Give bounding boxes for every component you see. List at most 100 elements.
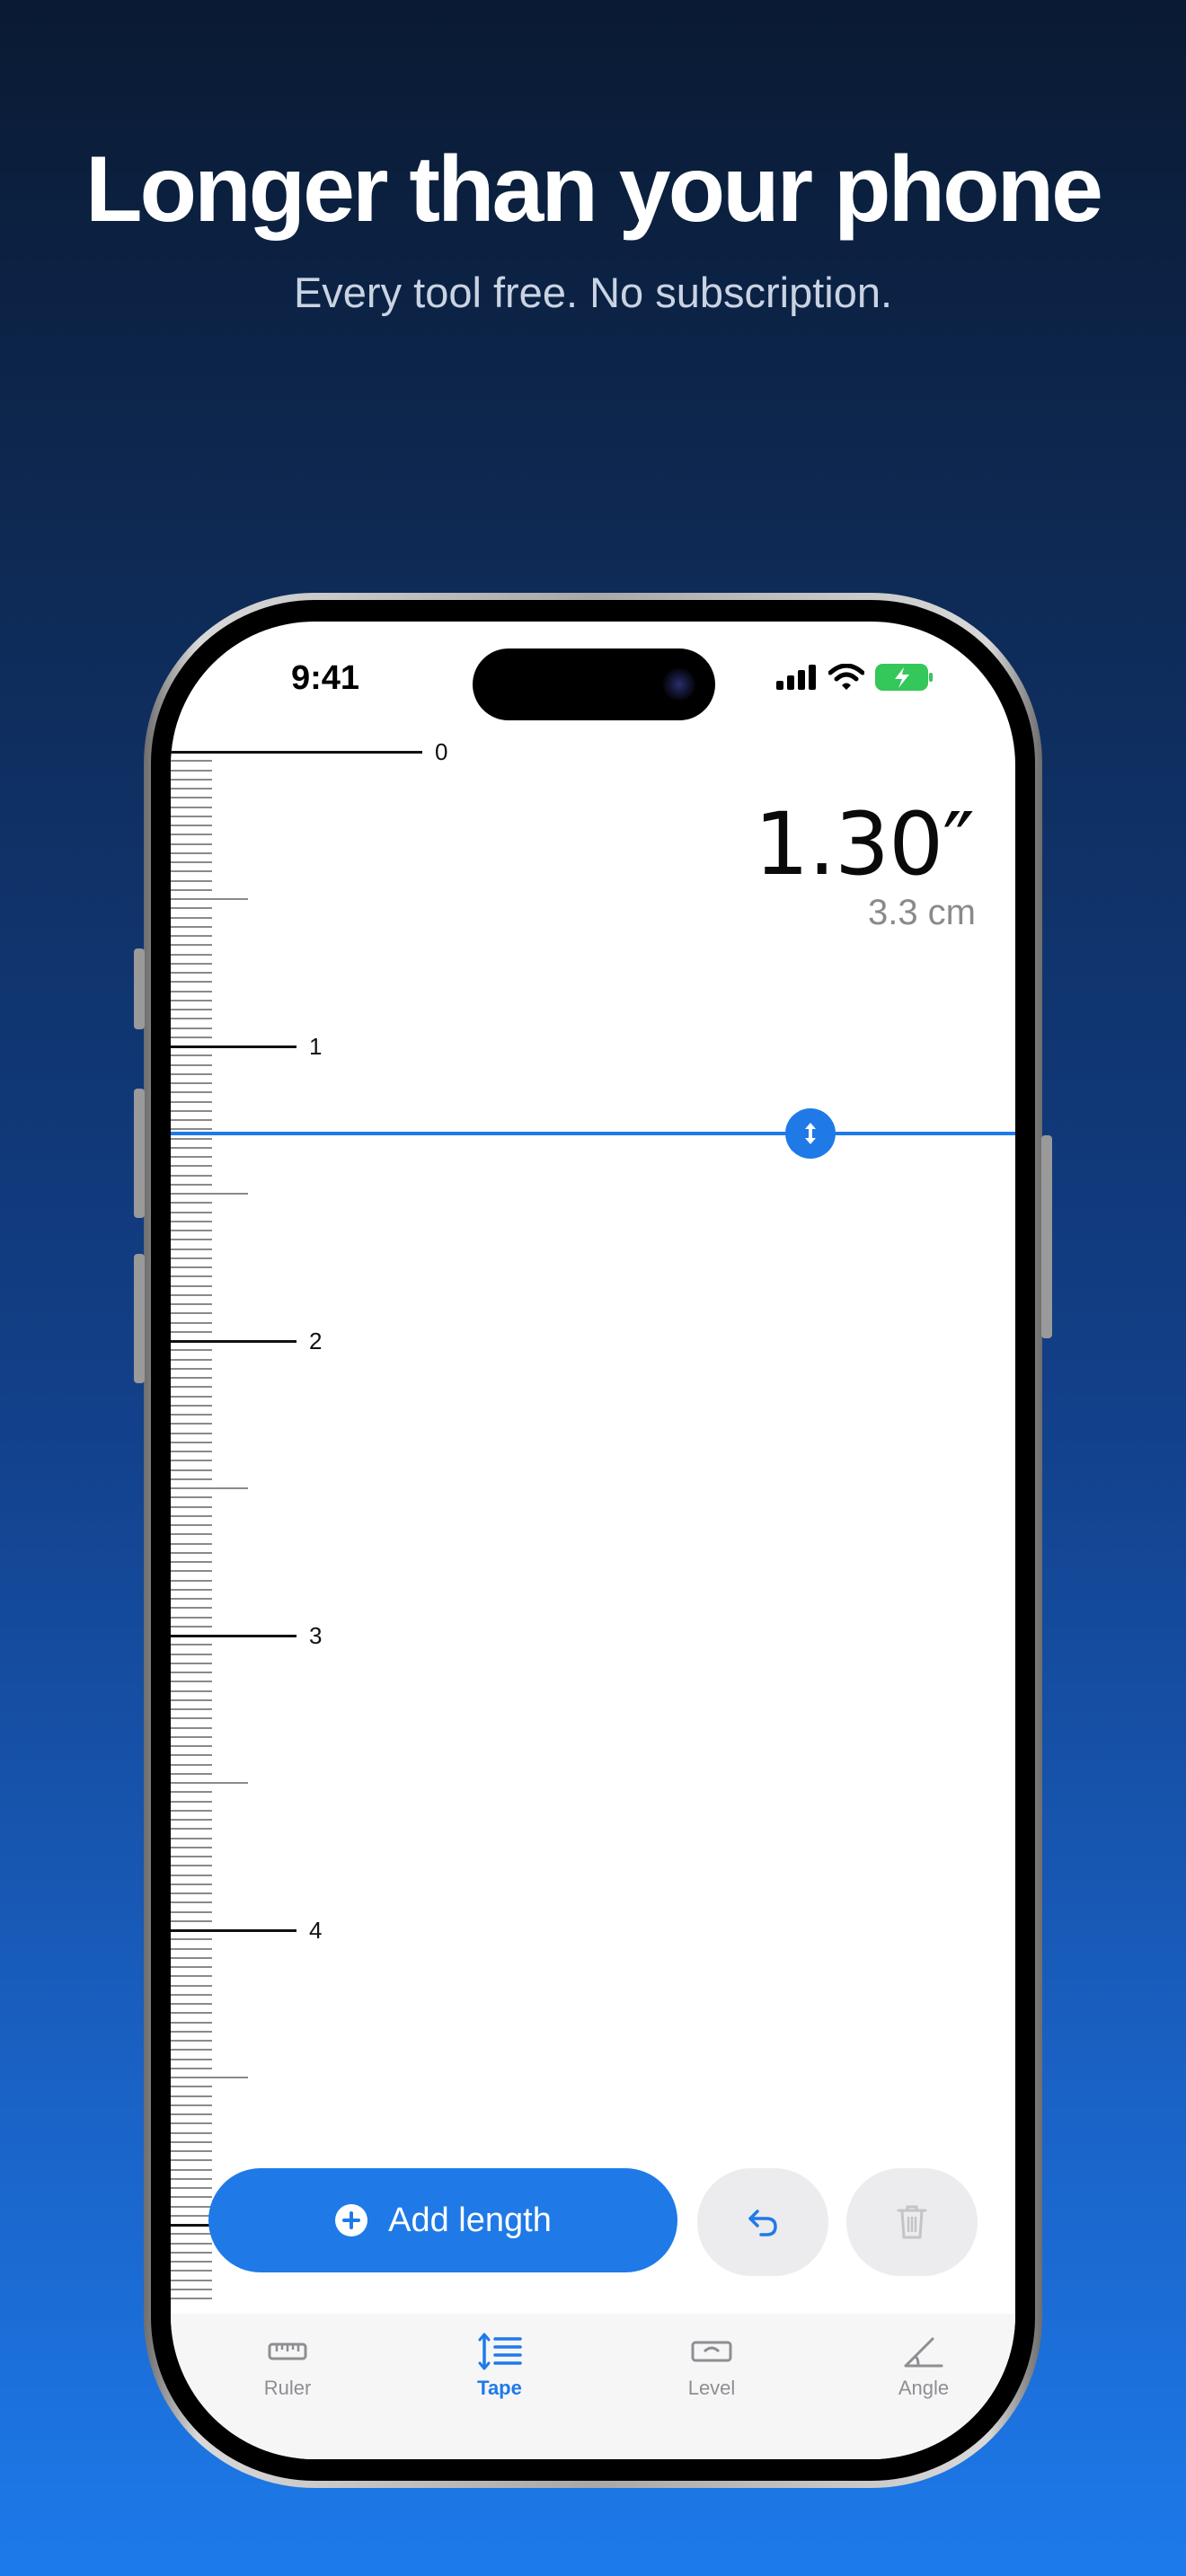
undo-button[interactable] [697, 2168, 828, 2276]
ruler-minor-tick [171, 1478, 212, 1480]
phone-screen: 9:41 01234 1.30″ 3.3 cm Add length Ruler… [171, 622, 1015, 2459]
ruler-minor-tick [171, 907, 212, 910]
tape-ruler[interactable]: 0 1 2 3 4 [171, 738, 1015, 2301]
ruler-minor-tick [171, 1616, 212, 1619]
ruler-minor-tick [171, 1689, 212, 1692]
ruler-minor-tick [171, 2122, 212, 2125]
measurement-readout: 1.30″ [754, 794, 975, 895]
ruler-minor-tick [171, 1230, 212, 1231]
ruler-minor-tick [171, 1919, 212, 1922]
wifi-icon [828, 664, 864, 690]
ruler-minor-tick [171, 2196, 212, 2199]
ruler-half-tick [171, 1193, 248, 1195]
ruler-half-tick [171, 1782, 248, 1784]
ruler-minor-tick [171, 1910, 212, 1913]
ruler-minor-tick [171, 1644, 212, 1646]
ruler-minor-tick [171, 1128, 212, 1131]
status-icons [776, 663, 934, 692]
add-length-button[interactable]: Add length [208, 2168, 677, 2272]
ruler-minor-tick [171, 1662, 212, 1664]
ruler-minor-tick [171, 1883, 212, 1885]
measurement-drag-handle[interactable] [785, 1108, 836, 1160]
ruler-minor-tick [171, 1856, 212, 1857]
ruler-minor-tick [171, 1284, 212, 1287]
trash-icon [897, 2205, 927, 2239]
ruler-minor-tick [171, 1514, 212, 1517]
ruler-inch-tick [171, 1635, 296, 1637]
volume-up-button [134, 1089, 145, 1218]
ruler-minor-tick [171, 806, 212, 808]
ruler-minor-tick [171, 1551, 212, 1554]
ruler-minor-tick [171, 1091, 212, 1094]
ruler-minor-tick [171, 1505, 212, 1508]
ruler-half-tick [171, 898, 248, 900]
measurement-line[interactable] [171, 1132, 1015, 1136]
ruler-minor-tick [171, 1947, 212, 1950]
headline: Longer than your phone [85, 137, 1103, 242]
ruler-minor-tick [171, 2261, 212, 2263]
ruler-minor-tick [171, 1395, 212, 1398]
angle-icon [904, 2337, 943, 2368]
ruler-minor-tick [171, 1561, 212, 1563]
tab-ruler[interactable]: Ruler [216, 2332, 359, 2400]
ruler-minor-tick [171, 1303, 212, 1305]
ruler-label: 0 [435, 738, 448, 765]
ruler-minor-tick [171, 1460, 212, 1462]
ruler-minor-tick [171, 2242, 212, 2245]
ruler-minor-tick [171, 1367, 212, 1370]
ruler-minor-tick [171, 1119, 212, 1121]
tape-list-icon [478, 2333, 522, 2370]
ruler-minor-tick [171, 1496, 212, 1499]
ruler-minor-tick [171, 1625, 212, 1628]
ruler-minor-tick [171, 1423, 212, 1425]
ruler-label: 3 [309, 1622, 323, 1649]
ruler-minor-tick [171, 925, 212, 928]
ruler-minor-tick [171, 1146, 212, 1149]
ruler-minor-tick [171, 2012, 212, 2015]
ruler-minor-tick [171, 1653, 212, 1655]
ruler-minor-tick [171, 1358, 212, 1361]
ruler-minor-tick [171, 1846, 212, 1848]
ruler-minor-tick [171, 962, 212, 965]
tab-level[interactable]: Level [640, 2332, 783, 2400]
ruler-minor-tick [171, 2177, 212, 2180]
ruler-minor-tick [171, 825, 212, 826]
ruler-minor-tick [171, 842, 212, 845]
ruler-minor-tick [171, 2104, 212, 2106]
ruler-minor-tick [171, 1321, 212, 1324]
signal-icon [776, 665, 816, 690]
measurement-metric: 3.3 cm [867, 893, 976, 932]
ruler-minor-tick [171, 1681, 212, 1683]
ruler-minor-tick [171, 1082, 212, 1084]
ruler-minor-tick [171, 1819, 212, 1821]
ruler-minor-tick [171, 972, 212, 974]
dynamic-island [473, 648, 715, 720]
ruler-minor-tick [171, 2131, 212, 2134]
tab-tape[interactable]: Tape [428, 2332, 571, 2400]
ruler-minor-tick [171, 1570, 212, 1573]
ruler-minor-tick [171, 1717, 212, 1720]
ruler-minor-tick [171, 1956, 212, 1959]
tab-angle[interactable]: Angle [852, 2332, 996, 2400]
volume-down-button [134, 1254, 145, 1383]
ruler-minor-tick [171, 1966, 212, 1968]
ruler-minor-tick [171, 1009, 212, 1010]
ruler-minor-tick [171, 1137, 212, 1140]
ruler-minor-tick [171, 1542, 212, 1545]
ruler-minor-tick [171, 1754, 212, 1757]
ruler-minor-tick [171, 1414, 212, 1416]
ruler-minor-tick [171, 870, 212, 873]
ruler-minor-tick [171, 1837, 212, 1839]
ruler-minor-tick [171, 2021, 212, 2024]
ruler-minor-tick [171, 1377, 212, 1379]
ruler-minor-tick [171, 2233, 212, 2236]
ruler-minor-tick [171, 1469, 212, 1471]
ruler-minor-tick [171, 1211, 212, 1213]
ruler-minor-tick [171, 1293, 212, 1296]
ruler-minor-tick [171, 1174, 212, 1177]
power-button [1041, 1135, 1052, 1338]
action-button [134, 948, 145, 1029]
delete-button[interactable] [846, 2168, 978, 2276]
ruler-minor-tick [171, 2003, 212, 2005]
ruler-minor-tick [171, 2030, 212, 2033]
